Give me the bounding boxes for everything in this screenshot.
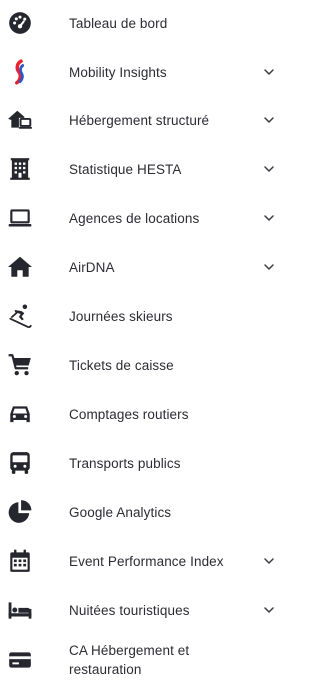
sidebar-item-transports-publics[interactable]: Transports publics [0,443,280,483]
sidebar-item-statistique-hesta[interactable]: Statistique HESTA [0,149,280,189]
chevron-down-icon[interactable] [262,65,276,79]
sidebar-item-label: Transports publics [69,455,181,471]
dashboard-gauge-icon [6,9,34,37]
bed-icon [6,596,34,624]
sidebar-item-google-analytics[interactable]: Google Analytics [0,492,280,532]
sidebar-item-hebergement-structure[interactable]: Hébergement structuré [0,100,280,140]
house-laptop-icon [6,106,34,134]
sidebar-item-label: Statistique HESTA [69,161,182,177]
sidebar-item-label: Google Analytics [69,504,172,520]
car-icon [6,400,34,428]
sidebar-item-agences-de-locations[interactable]: Agences de locations [0,198,280,238]
sidebar-item-journees-skieurs[interactable]: Journées skieurs [0,296,280,336]
sidebar-item-label: Tableau de bord [69,15,168,31]
chevron-down-icon[interactable] [262,211,276,225]
sidebar-item-event-performance-index[interactable]: Event Performance Index [0,541,280,581]
laptop-icon [6,204,34,232]
sidebar-item-mobility-insights[interactable]: Mobility Insights [0,52,280,92]
sidebar-item-label: Comptages routiers [69,406,189,422]
chevron-down-icon[interactable] [262,113,276,127]
sidebar-item-label: Agences de locations [69,210,200,226]
sidebar-item-label: Event Performance Index [69,553,224,569]
sidebar-item-label: Tickets de caisse [69,357,174,373]
sidebar-item-tableau-de-bord[interactable]: Tableau de bord [0,3,280,43]
sidebar-item-airdna[interactable]: AirDNA [0,247,280,287]
chevron-down-icon[interactable] [262,162,276,176]
hotel-building-icon [6,155,34,183]
sidebar-item-label: Mobility Insights [69,64,167,80]
sidebar-item-label: CA Hébergement et restauration [69,643,190,677]
sidebar-nav: Tableau de bord Mobility Insights Héberg… [0,0,280,681]
chevron-down-icon[interactable] [262,554,276,568]
sidebar-item-label: Hébergement structuré [69,112,210,128]
chevron-down-icon[interactable] [262,260,276,274]
pie-chart-icon [6,498,34,526]
sidebar-item-comptages-routiers[interactable]: Comptages routiers [0,394,280,434]
sidebar-item-label: Journées skieurs [69,308,173,324]
bus-icon [6,449,34,477]
sidebar-item-label: AirDNA [69,259,115,275]
mobility-insights-logo-icon [6,58,34,86]
calendar-icon [6,547,34,575]
sidebar-item-ca-hebergement-restauration[interactable]: CA Hébergement et restauration [0,640,280,680]
sidebar-item-nuitees-touristiques[interactable]: Nuitées touristiques [0,590,280,630]
credit-card-icon [6,646,34,674]
sidebar-item-tickets-de-caisse[interactable]: Tickets de caisse [0,345,280,385]
chevron-down-icon[interactable] [262,603,276,617]
shopping-cart-icon [6,351,34,379]
skier-icon [6,302,34,330]
home-icon [6,253,34,281]
sidebar-item-label: Nuitées touristiques [69,602,190,618]
